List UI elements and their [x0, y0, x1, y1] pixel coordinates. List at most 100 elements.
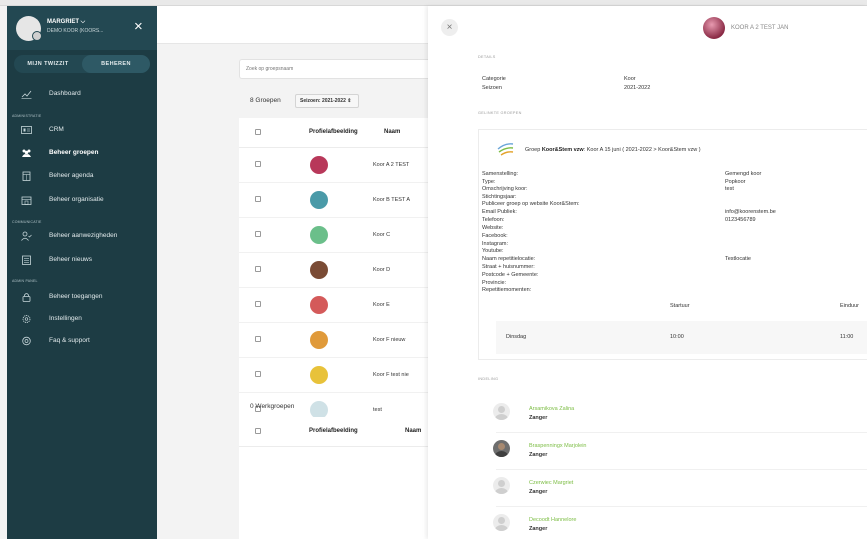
- schedule-end: 11:00: [840, 334, 854, 340]
- avatar: [493, 403, 510, 420]
- user-header[interactable]: MARGRIET ⌵ DEMO KOOR (KOORS... ×: [7, 6, 157, 50]
- section-administratie: ADMINISTRATIE: [12, 114, 42, 118]
- member-name[interactable]: Arsamikova Zalina: [529, 406, 574, 412]
- workgroups-table: Profielafbeelding Naam: [239, 417, 428, 539]
- schedule-day: Dinsdag: [506, 334, 527, 340]
- group-name[interactable]: Koor C: [373, 232, 390, 238]
- member-name[interactable]: Braspenningx Marjolein: [529, 443, 586, 449]
- group-name[interactable]: Koor D: [373, 267, 390, 273]
- member-row[interactable]: Arsamikova Zalina Zanger: [493, 396, 867, 433]
- row-checkbox[interactable]: [255, 336, 261, 342]
- group-name[interactable]: Koor A 2 TEST: [373, 162, 409, 168]
- group-picture: [310, 296, 328, 314]
- groups-page: 8 Groepen Seizoen: 2021-2022 ⇕ Profielaf…: [157, 6, 428, 539]
- field-key: Email Publiek:: [482, 209, 517, 215]
- field-value: info@koorenstem.be: [725, 209, 776, 215]
- group-name[interactable]: Koor E: [373, 302, 390, 308]
- select-all-checkbox[interactable]: [255, 129, 261, 135]
- search-input[interactable]: [240, 60, 420, 78]
- panel-title: KOOR A 2 TEST JAN: [731, 25, 789, 31]
- sidebar: MARGRIET ⌵ DEMO KOOR (KOORS... × MIJN TW…: [7, 6, 157, 539]
- close-button[interactable]: ×: [441, 19, 458, 36]
- mode-switch: MIJN TWIZZIT BEHEREN: [14, 55, 150, 73]
- avatar: [493, 477, 510, 494]
- sidebar-item-beheer-toegangen[interactable]: Beheer toegangen: [7, 288, 157, 306]
- sidebar-item-beheer-nieuws[interactable]: Beheer nieuws: [7, 251, 157, 269]
- group-name[interactable]: Koor F test nie: [373, 372, 409, 378]
- member-name[interactable]: Czerwiec Margriet: [529, 480, 573, 486]
- group-detail-panel: × KOOR A 2 TEST JAN DETAILS Categorie Ko…: [428, 6, 867, 539]
- sidebar-item-beheer-aanwezigheden[interactable]: Beheer aanwezigheden: [7, 227, 157, 245]
- member-row[interactable]: Decoodt Hannelore Zanger: [493, 507, 867, 539]
- field-key: Telefoon:: [482, 217, 505, 223]
- table-row[interactable]: Koor B TEST A: [239, 183, 428, 218]
- group-name[interactable]: Koor F nieuw: [373, 337, 405, 343]
- column-name[interactable]: Naam: [384, 129, 400, 135]
- field-key: Stichtingsjaar:: [482, 194, 517, 200]
- sidebar-item-label: Beheer groepen: [49, 149, 99, 156]
- column-picture[interactable]: Profielafbeelding: [309, 129, 358, 135]
- member-name[interactable]: Decoodt Hannelore: [529, 517, 576, 523]
- detail-value: 2021-2022: [624, 85, 651, 91]
- linked-group-title[interactable]: Groep Koor&Stem vzw: Koor A 15 juni ( 20…: [525, 147, 701, 153]
- linked-group-card: Groep Koor&Stem vzw: Koor A 15 juni ( 20…: [478, 129, 867, 360]
- column-picture[interactable]: Profielafbeelding: [309, 428, 358, 434]
- avatar: [493, 514, 510, 531]
- row-checkbox[interactable]: [255, 301, 261, 307]
- member-role: Zanger: [529, 526, 548, 532]
- close-icon[interactable]: ×: [134, 19, 143, 34]
- member-row[interactable]: Braspenningx Marjolein Zanger: [493, 433, 867, 470]
- sidebar-item-faq-support[interactable]: Faq & support: [7, 332, 157, 350]
- column-name[interactable]: Naam: [405, 428, 421, 434]
- sidebar-item-dashboard[interactable]: Dashboard: [7, 85, 157, 103]
- row-checkbox[interactable]: [255, 161, 261, 167]
- table-row[interactable]: Koor A 2 TEST: [239, 148, 428, 183]
- group-name[interactable]: Koor B TEST A: [373, 197, 410, 203]
- group-picture: [310, 191, 328, 209]
- row-checkbox[interactable]: [255, 371, 261, 377]
- select-all-checkbox[interactable]: [255, 428, 261, 434]
- field-key: Instagram:: [482, 241, 508, 247]
- field-value: Popkoor: [725, 179, 746, 185]
- sidebar-item-label: Faq & support: [49, 337, 90, 344]
- sidebar-item-beheer-agenda[interactable]: Beheer agenda: [7, 167, 157, 185]
- newspaper-icon: [22, 255, 31, 265]
- row-checkbox[interactable]: [255, 196, 261, 202]
- field-key: Postcode + Gemeente:: [482, 272, 539, 278]
- tab-mijn-twizzit[interactable]: MIJN TWIZZIT: [14, 55, 82, 73]
- user-check-icon: [21, 231, 32, 241]
- table-row[interactable]: Koor D: [239, 253, 428, 288]
- sidebar-item-label: Beheer organisatie: [49, 196, 104, 203]
- sidebar-item-instellingen[interactable]: Instellingen: [7, 310, 157, 328]
- sidebar-item-beheer-organisatie[interactable]: Beheer organisatie: [7, 191, 157, 209]
- user-name[interactable]: MARGRIET ⌵: [47, 19, 85, 26]
- schedule-header-start: Startuur: [670, 303, 690, 309]
- table-row[interactable]: Koor F test nie: [239, 358, 428, 393]
- sidebar-item-beheer-groepen[interactable]: Beheer groepen: [7, 144, 157, 162]
- table-row[interactable]: Koor F nieuw: [239, 323, 428, 358]
- member-role: Zanger: [529, 489, 548, 495]
- row-checkbox[interactable]: [255, 266, 261, 272]
- table-row[interactable]: Koor C: [239, 218, 428, 253]
- section-communicatie: COMMUNICATIE: [12, 220, 42, 224]
- member-row[interactable]: Czerwiec Margriet Zanger: [493, 470, 867, 507]
- sidebar-item-crm[interactable]: CRM: [7, 121, 157, 139]
- field-key: Publiceer groep op website Koor&Stem:: [482, 201, 580, 207]
- tab-beheren[interactable]: BEHEREN: [82, 55, 150, 73]
- chart-icon: [21, 90, 32, 99]
- group-picture: [310, 156, 328, 174]
- support-icon: [22, 336, 31, 346]
- row-checkbox[interactable]: [255, 231, 261, 237]
- group-picture: [310, 366, 328, 384]
- user-organisation: DEMO KOOR (KOORS...: [47, 28, 104, 34]
- group-picture: [310, 226, 328, 244]
- table-row[interactable]: Koor E: [239, 288, 428, 323]
- group-name[interactable]: test: [373, 407, 382, 413]
- sidebar-item-label: Instellingen: [49, 315, 82, 322]
- season-select[interactable]: Seizoen: 2021-2022 ⇕: [295, 94, 359, 108]
- section-linked-groups: GELINKTE GROEPEN: [478, 111, 522, 115]
- group-picture: [310, 331, 328, 349]
- field-key: Repetitiemomenten:: [482, 287, 532, 293]
- search-field[interactable]: [239, 59, 428, 79]
- sidebar-item-label: Dashboard: [49, 90, 81, 97]
